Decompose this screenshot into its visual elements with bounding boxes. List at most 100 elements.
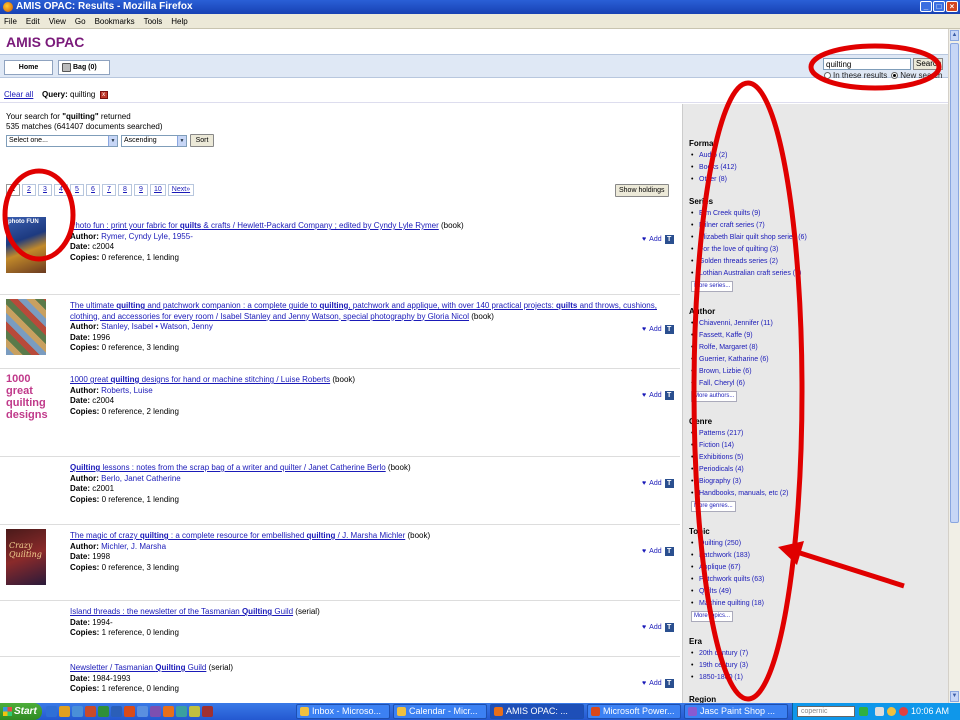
clear-all-link[interactable]: Clear all	[4, 90, 33, 99]
menu-tools[interactable]: Tools	[144, 17, 163, 26]
home-tab[interactable]: Home	[4, 60, 53, 75]
author-link[interactable]: Michler, J. Marsha	[101, 542, 166, 551]
record-title-link[interactable]: The magic of crazy quilting : a complete…	[70, 531, 405, 540]
menu-help[interactable]: Help	[171, 17, 187, 26]
menu-view[interactable]: View	[49, 17, 66, 26]
facet-item[interactable]: Audio (2)	[689, 150, 939, 162]
scroll-thumb[interactable]	[950, 43, 959, 523]
maximize-button[interactable]: □	[933, 1, 945, 12]
outlook-icon[interactable]	[137, 706, 148, 717]
book-cover-image[interactable]: Crazy Quilting	[6, 529, 46, 585]
record-title-link[interactable]: Island threads : the newsletter of the T…	[70, 607, 293, 616]
record-title-link[interactable]: Newsletter / Tasmanian Quilting Guild	[70, 663, 206, 672]
sort-button[interactable]: Sort	[190, 134, 214, 147]
facet-item[interactable]: Quilts (49)	[689, 586, 939, 598]
facet-item[interactable]: Quilting (250)	[689, 538, 939, 550]
minimize-button[interactable]: _	[920, 1, 932, 12]
facet-item[interactable]: Applique (67)	[689, 562, 939, 574]
add-to-bag-button[interactable]: ♥ Add T	[642, 235, 674, 244]
facet-item[interactable]: Patchwork (183)	[689, 550, 939, 562]
page-6[interactable]: 6	[86, 184, 100, 196]
go-arrow-icon[interactable]	[859, 707, 868, 716]
folder-icon[interactable]	[59, 706, 70, 717]
facet-item[interactable]: Lothian Australian craft series (2)	[689, 268, 939, 280]
add-to-bag-button[interactable]: ♥ Add T	[642, 391, 674, 400]
record-title-link[interactable]: 1000 great quilting designs for hand or …	[70, 375, 330, 384]
record-title-link[interactable]: Photo fun : print your fabric for quilts…	[70, 221, 439, 230]
page-10[interactable]: 10	[150, 184, 166, 196]
facet-item[interactable]: Fassett, Kaffe (9)	[689, 330, 939, 342]
access-icon[interactable]	[124, 706, 135, 717]
next-page[interactable]: Next»	[167, 184, 195, 196]
page-3[interactable]: 3	[38, 184, 52, 196]
facet-item[interactable]: Fall, Cheryl (6)	[689, 378, 939, 390]
page-8[interactable]: 8	[118, 184, 132, 196]
menu-go[interactable]: Go	[75, 17, 86, 26]
facet-more-button[interactable]: More topics...	[691, 611, 734, 622]
facet-item[interactable]: Rolfe, Margaret (8)	[689, 342, 939, 354]
facet-more-button[interactable]: More authors...	[691, 391, 738, 402]
record-title-link[interactable]: The ultimate quilting and patchwork comp…	[70, 301, 657, 321]
facet-item[interactable]: Fiction (14)	[689, 440, 939, 452]
page-1[interactable]: 1	[6, 184, 20, 196]
facet-item[interactable]: Milner craft series (7)	[689, 220, 939, 232]
add-to-bag-button[interactable]: ♥ Add T	[642, 623, 674, 632]
book-cover-image[interactable]: 1000 great quilting designs	[6, 371, 60, 435]
app-icon[interactable]	[202, 706, 213, 717]
facet-item[interactable]: For the love of quilting (3)	[689, 244, 939, 256]
facet-item[interactable]: Guerrier, Katharine (6)	[689, 354, 939, 366]
search-button[interactable]: Search	[913, 58, 943, 70]
book-cover-image[interactable]: photo FUN	[6, 217, 46, 273]
book-cover-image[interactable]	[6, 299, 46, 355]
tray-icon[interactable]	[887, 707, 896, 716]
app-icon[interactable]	[189, 706, 200, 717]
powerpoint-icon[interactable]	[85, 706, 96, 717]
tray-icon[interactable]	[875, 707, 884, 716]
app-icon[interactable]	[150, 706, 161, 717]
sort-field-select[interactable]: Select one... ▼	[6, 134, 118, 147]
menu-bookmarks[interactable]: Bookmarks	[95, 17, 135, 26]
taskbar-amis-opac[interactable]: AMIS OPAC: ...	[490, 704, 584, 719]
facet-item[interactable]: Books (412)	[689, 162, 939, 174]
facet-item[interactable]: Biography (3)	[689, 476, 939, 488]
page-9[interactable]: 9	[134, 184, 148, 196]
add-to-bag-button[interactable]: ♥ Add T	[642, 479, 674, 488]
text-view-icon[interactable]: T	[664, 679, 674, 688]
close-button[interactable]: ×	[946, 1, 958, 12]
app-icon[interactable]	[176, 706, 187, 717]
desktop-search-input[interactable]: copernic	[797, 706, 855, 717]
facet-item[interactable]: Periodicals (4)	[689, 464, 939, 476]
text-view-icon[interactable]: T	[664, 391, 674, 400]
bag-tab[interactable]: Bag (0)	[58, 60, 110, 75]
facet-item[interactable]: 19th century (3)	[689, 660, 939, 672]
menu-file[interactable]: File	[4, 17, 17, 26]
taskbar-paint-shop[interactable]: Jasc Paint Shop ...	[684, 704, 788, 719]
ie-icon[interactable]	[46, 706, 57, 717]
facet-item[interactable]: 1850-1880 (1)	[689, 672, 939, 684]
facet-item[interactable]: Machine quilting (18)	[689, 598, 939, 610]
facet-item[interactable]: Chiavenni, Jennifer (11)	[689, 318, 939, 330]
add-to-bag-button[interactable]: ♥ Add T	[642, 679, 674, 688]
page-2[interactable]: 2	[22, 184, 36, 196]
facet-item[interactable]: Patterns (217)	[689, 428, 939, 440]
sort-order-select[interactable]: Ascending ▼	[121, 134, 187, 147]
facet-item[interactable]: Elizabeth Blair quilt shop series (6)	[689, 232, 939, 244]
menu-edit[interactable]: Edit	[26, 17, 40, 26]
facet-item[interactable]: 20th century (7)	[689, 648, 939, 660]
text-view-icon[interactable]: T	[664, 325, 674, 334]
radio-new-search[interactable]: New search	[891, 71, 943, 80]
start-button[interactable]: Start	[0, 703, 42, 720]
tray-icon[interactable]	[899, 707, 908, 716]
taskbar-calendar[interactable]: Calendar - Micr...	[393, 704, 487, 719]
facet-more-button[interactable]: More series...	[691, 281, 734, 292]
author-link[interactable]: Stanley, Isabel • Watson, Jenny	[101, 322, 213, 331]
page-4[interactable]: 4	[54, 184, 68, 196]
add-to-bag-button[interactable]: ♥ Add T	[642, 547, 674, 556]
desktop-icon[interactable]	[72, 706, 83, 717]
vertical-scrollbar[interactable]: ▲ ▼	[948, 29, 960, 703]
remove-query-icon[interactable]: x	[99, 90, 108, 99]
facet-more-button[interactable]: More genres...	[691, 501, 736, 512]
search-input[interactable]	[823, 58, 911, 70]
scroll-down-icon[interactable]: ▼	[950, 691, 959, 702]
text-view-icon[interactable]: T	[664, 235, 674, 244]
